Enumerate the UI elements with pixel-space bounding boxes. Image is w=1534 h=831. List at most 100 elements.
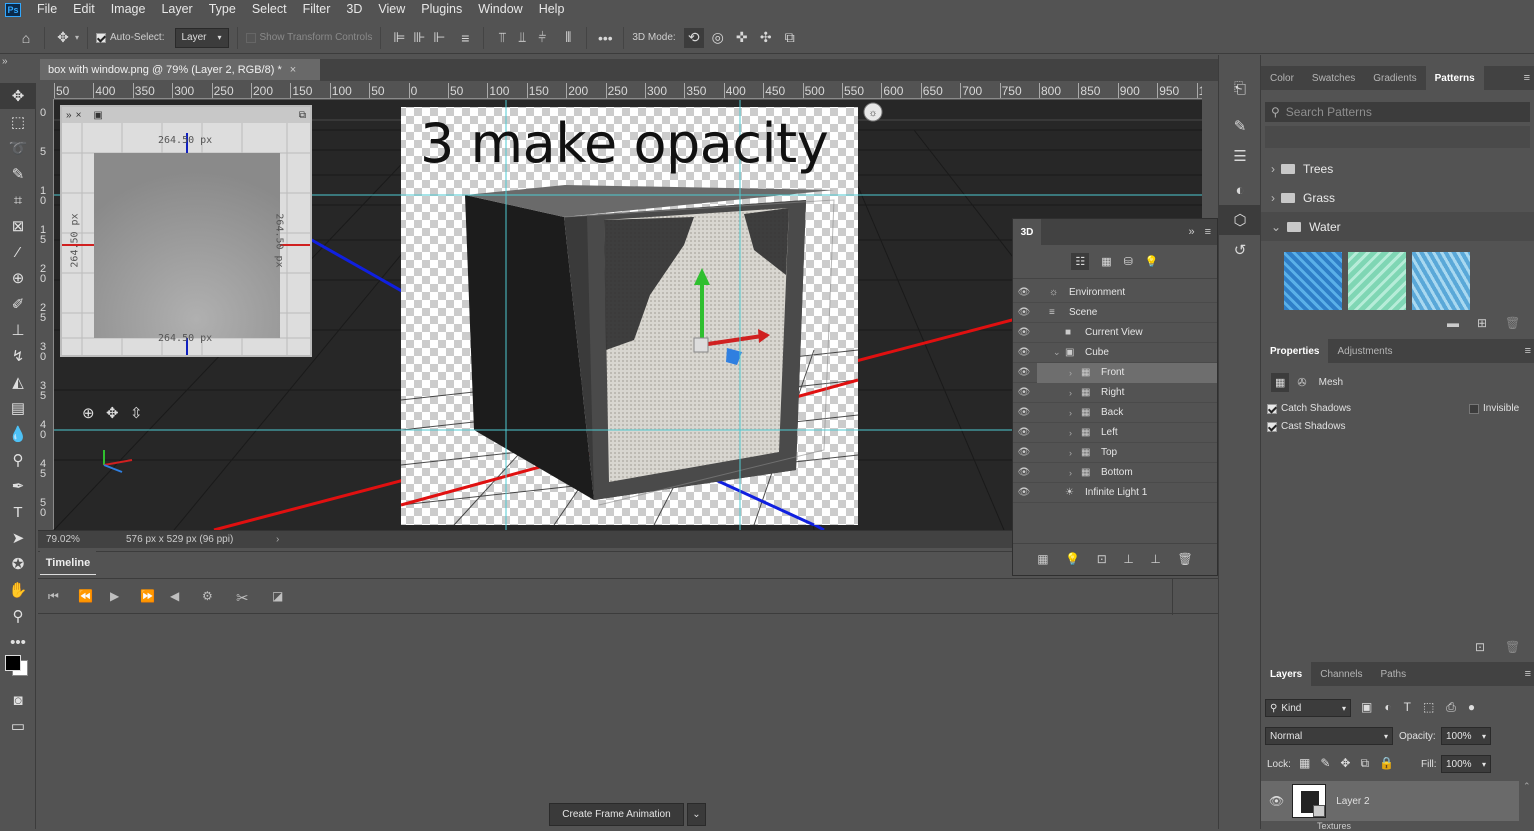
color-swatches-icon[interactable] xyxy=(0,655,36,681)
tab-color[interactable]: Color xyxy=(1261,66,1303,90)
lock-all-icon[interactable]: 🔒 xyxy=(1379,756,1394,771)
align-top-icon[interactable]: ⫪ xyxy=(492,28,512,48)
menu-edit[interactable]: Edit xyxy=(65,0,103,19)
move-tool-icon[interactable]: ✥ xyxy=(0,83,36,109)
show-transform-checkbox[interactable]: Show Transform Controls xyxy=(245,32,372,43)
layers-menu-icon[interactable]: ≡ xyxy=(1525,668,1531,680)
scale-3d-icon[interactable]: ⧉ xyxy=(780,28,800,48)
expand-toolbox-icon[interactable]: » xyxy=(2,56,8,67)
menu-select[interactable]: Select xyxy=(244,0,295,19)
settings-gear-icon[interactable]: ⚙ xyxy=(202,589,213,603)
uv-save-icon[interactable]: ▣ xyxy=(93,110,102,121)
search-patterns-input[interactable]: Search Patterns xyxy=(1286,105,1372,119)
3d-tree-row[interactable]: 👁 ≡ Scene xyxy=(1013,303,1217,323)
align-right-icon[interactable]: ⊩ xyxy=(429,28,449,48)
tab-swatches[interactable]: Swatches xyxy=(1303,66,1364,90)
timeline-tab[interactable]: Timeline xyxy=(40,551,96,575)
visibility-eye-icon[interactable]: 👁 xyxy=(1017,487,1031,498)
brush-tool-icon[interactable]: ✐ xyxy=(0,291,36,317)
lock-artboard-icon[interactable]: ⧉ xyxy=(1360,756,1369,771)
visibility-eye-icon[interactable]: 👁 xyxy=(1017,327,1031,338)
water-pattern-1[interactable] xyxy=(1284,252,1342,310)
close-tab-icon[interactable]: × xyxy=(290,64,296,76)
water-pattern-3[interactable] xyxy=(1412,252,1470,310)
add-constraint-icon[interactable]: ⊥ xyxy=(1150,552,1160,566)
lasso-tool-icon[interactable]: ➰ xyxy=(0,135,36,161)
roll-3d-icon[interactable]: ◎ xyxy=(708,28,728,48)
distribute-vertical-icon[interactable]: ⦀ xyxy=(558,28,578,48)
visibility-eye-icon[interactable]: 👁 xyxy=(1017,427,1031,438)
delete-pattern-icon[interactable]: 🗑 xyxy=(1505,316,1520,330)
align-left-icon[interactable]: ⊫ xyxy=(389,28,409,48)
chevron-right-icon[interactable]: › xyxy=(1069,448,1079,458)
new-pattern-icon[interactable]: ⊞ xyxy=(1477,316,1487,330)
shape-tool-icon[interactable]: ✪ xyxy=(0,551,36,577)
brush-settings-icon[interactable]: ✎ xyxy=(1219,111,1261,141)
blend-mode-dropdown[interactable]: Normal ▾ xyxy=(1265,727,1393,745)
crop-tool-icon[interactable]: ⌗ xyxy=(0,187,36,213)
auto-select-dropdown[interactable]: Layer ▾ xyxy=(174,27,229,48)
gradient-tool-icon[interactable]: ▤ xyxy=(0,395,36,421)
align-bottom-icon[interactable]: ⫩ xyxy=(532,28,552,48)
edit-toolbar-icon[interactable]: ••• xyxy=(0,629,36,655)
menu-file[interactable]: File xyxy=(29,0,65,19)
layer-row[interactable]: 👁 Layer 2 xyxy=(1261,781,1519,821)
home-icon[interactable]: ⌂ xyxy=(16,28,36,48)
3d-tree-row[interactable]: 👁 › ▦ Front xyxy=(1013,362,1217,383)
visibility-eye-icon[interactable]: 👁 xyxy=(1017,467,1031,478)
3d-tree-row[interactable]: 👁 ☀ Infinite Light 1 xyxy=(1013,483,1217,503)
lock-position-icon[interactable]: ✥ xyxy=(1340,756,1350,771)
eraser-tool-icon[interactable]: ◭ xyxy=(0,369,36,395)
menu-image[interactable]: Image xyxy=(103,0,154,19)
visibility-eye-icon[interactable]: 👁 xyxy=(1017,287,1031,298)
menu-plugins[interactable]: Plugins xyxy=(413,0,470,19)
chevron-right-icon[interactable]: › xyxy=(1069,428,1079,438)
3d-tree-row[interactable]: 👁 › ▦ Top xyxy=(1013,443,1217,463)
quick-select-tool-icon[interactable]: ✎ xyxy=(0,161,36,187)
pattern-search[interactable]: ⚲ Search Patterns xyxy=(1265,102,1530,122)
fill-input[interactable]: 100% ▾ xyxy=(1441,755,1491,773)
3d-panel-icon[interactable]: ⬡ xyxy=(1219,205,1261,235)
lock-transparent-icon[interactable]: ▦ xyxy=(1299,756,1310,771)
hand-tool-icon[interactable]: ✋ xyxy=(0,577,36,603)
lights-filter-icon[interactable]: 💡 xyxy=(1145,255,1159,268)
menu-3d[interactable]: 3D xyxy=(338,0,370,19)
visibility-eye-icon[interactable]: 👁 xyxy=(1017,387,1031,398)
chevron-down-icon[interactable]: ⌄ xyxy=(1053,347,1063,358)
patterns-menu-icon[interactable]: ≡ xyxy=(1524,72,1530,84)
slide-3d-icon[interactable]: ✣ xyxy=(756,28,776,48)
blur-tool-icon[interactable]: 💧 xyxy=(0,421,36,447)
catch-shadows-checkbox[interactable]: Catch Shadows xyxy=(1267,403,1351,414)
orbit-3d-icon[interactable]: ⟲ xyxy=(683,27,704,48)
history-icon[interactable]: ↺ xyxy=(1219,235,1261,265)
menu-help[interactable]: Help xyxy=(531,0,573,19)
folder-grass[interactable]: › Grass xyxy=(1261,183,1534,212)
tab-patterns[interactable]: Patterns xyxy=(1425,66,1484,90)
shape-filter-icon[interactable]: ⬚ xyxy=(1423,700,1434,715)
transition-icon[interactable]: ◪ xyxy=(272,589,283,603)
tab-layers[interactable]: Layers xyxy=(1261,662,1312,686)
3d-tree-row[interactable]: 👁 › ▦ Bottom xyxy=(1013,463,1217,483)
document-tab[interactable]: box with window.png @ 79% (Layer 2, RGB/… xyxy=(40,59,320,81)
next-frame-icon[interactable]: ⏩ xyxy=(140,589,155,603)
more-icon[interactable]: ••• xyxy=(595,28,615,48)
uv-map-window[interactable]: » × ▣ ⧉ 264.50 px 264.50 px 264.50 px 26… xyxy=(60,105,312,357)
create-frame-animation-button[interactable]: Create Frame Animation xyxy=(549,803,684,826)
uv-collapse-icon[interactable]: » xyxy=(66,110,72,121)
pen-tool-icon[interactable]: ✒ xyxy=(0,473,36,499)
pixel-filter-icon[interactable]: ▣ xyxy=(1361,700,1372,715)
menu-view[interactable]: View xyxy=(370,0,413,19)
path-select-tool-icon[interactable]: ➤ xyxy=(0,525,36,551)
mesh-icon[interactable]: ▦ xyxy=(1271,373,1290,392)
split-scissors-icon[interactable]: ✂ xyxy=(236,589,249,607)
folder-water[interactable]: ⌄ Water xyxy=(1261,212,1534,241)
3d-tree-row[interactable]: 👁 ■ Current View xyxy=(1013,323,1217,343)
3d-panel-tab[interactable]: 3D xyxy=(1013,219,1041,245)
filter-toggle-icon[interactable]: ● xyxy=(1468,700,1475,715)
chevron-down-icon[interactable]: ▾ xyxy=(75,33,79,42)
create-animation-dropdown-icon[interactable]: ⌄ xyxy=(687,803,706,826)
uv-close-icon[interactable]: × xyxy=(76,110,82,121)
chevron-right-icon[interactable]: › xyxy=(1069,388,1079,398)
visibility-eye-icon[interactable]: 👁 xyxy=(1017,407,1031,418)
materials-filter-icon[interactable]: ⛁ xyxy=(1124,255,1133,268)
